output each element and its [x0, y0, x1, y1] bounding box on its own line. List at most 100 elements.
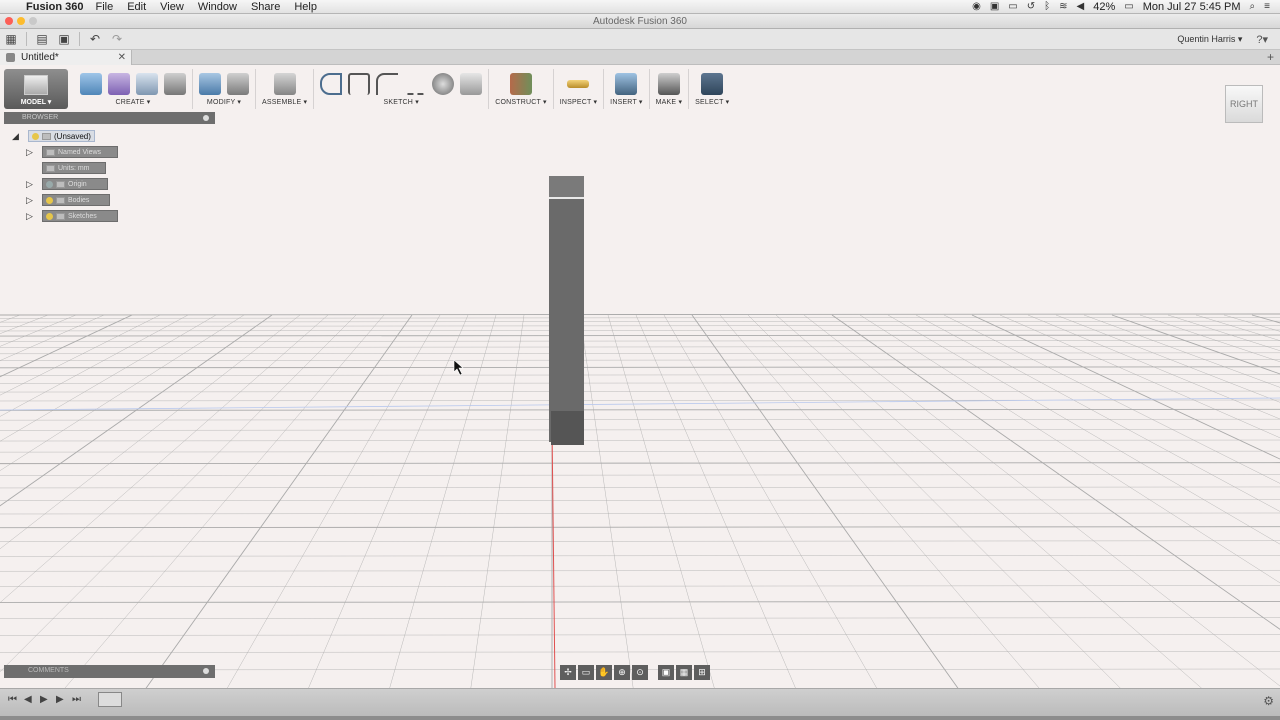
- wifi-icon[interactable]: ≋: [1059, 1, 1067, 12]
- collapse-arrow-icon[interactable]: ◢: [12, 131, 22, 142]
- sketch-menu[interactable]: SKETCH ▾: [383, 98, 418, 106]
- data-panel-grid-icon[interactable]: ▦: [0, 32, 22, 46]
- step-forward-icon[interactable]: ▶: [56, 694, 64, 705]
- expand-arrow-icon[interactable]: ▷: [26, 195, 36, 206]
- pin-icon[interactable]: [203, 115, 209, 121]
- play-icon[interactable]: ▶: [40, 694, 48, 705]
- stop-sketch-icon[interactable]: [460, 72, 483, 95]
- expand-arrow-icon[interactable]: ▷: [26, 179, 36, 190]
- orbit-icon[interactable]: ✢: [560, 665, 576, 680]
- zoom-icon[interactable]: ⊕: [614, 665, 630, 680]
- grid-settings-icon[interactable]: ▦: [676, 665, 692, 680]
- step-back-icon[interactable]: ◀: [24, 694, 32, 705]
- menu-help[interactable]: Help: [294, 1, 317, 13]
- joint-icon[interactable]: [273, 72, 296, 95]
- display-settings-icon[interactable]: ▣: [658, 665, 674, 680]
- display-icon[interactable]: ▣: [990, 1, 999, 12]
- close-window-button[interactable]: [5, 17, 13, 25]
- inspect-menu[interactable]: INSPECT ▾: [560, 98, 597, 106]
- sketch-circle-icon[interactable]: [432, 72, 455, 95]
- save-icon[interactable]: ▣: [53, 32, 75, 46]
- fit-icon[interactable]: ⊙: [632, 665, 648, 680]
- timeline-sketch-feature[interactable]: [98, 692, 122, 707]
- new-tab-button[interactable]: +: [1267, 50, 1274, 64]
- browser-node-sketches[interactable]: ▷ Sketches: [26, 210, 118, 222]
- select-cursor-icon[interactable]: [701, 72, 724, 95]
- grid-line: [0, 526, 1280, 529]
- spotlight-icon[interactable]: ⌕: [1250, 1, 1256, 12]
- bluetooth-icon[interactable]: ᛒ: [1044, 1, 1050, 12]
- notification-center-icon[interactable]: ≡: [1264, 1, 1270, 12]
- browser-panel-header[interactable]: BROWSER: [4, 112, 215, 124]
- volume-icon[interactable]: ◀︎: [1077, 1, 1085, 12]
- 3d-print-icon[interactable]: [657, 72, 680, 95]
- browser-node-origin[interactable]: ▷ Origin: [26, 178, 108, 190]
- timeline-settings-icon[interactable]: ⚙: [1263, 694, 1274, 708]
- offset-plane-icon[interactable]: [509, 72, 532, 95]
- menu-view[interactable]: View: [160, 1, 184, 13]
- battery-icon[interactable]: ▭: [1124, 1, 1133, 12]
- select-menu[interactable]: SELECT ▾: [695, 98, 729, 106]
- battery-percent[interactable]: 42%: [1093, 1, 1115, 13]
- create-menu[interactable]: CREATE ▾: [116, 98, 151, 106]
- go-to-start-icon[interactable]: ⏮: [8, 694, 17, 705]
- clock[interactable]: Mon Jul 27 5:45 PM: [1143, 1, 1241, 13]
- menu-share[interactable]: Share: [251, 1, 280, 13]
- user-account-menu[interactable]: Quentin Harris ▾: [1177, 34, 1242, 45]
- view-cube[interactable]: RIGHT: [1225, 85, 1263, 123]
- trim-icon[interactable]: [404, 73, 427, 95]
- press-pull-icon[interactable]: [199, 72, 221, 95]
- airplay-icon[interactable]: ▭: [1008, 1, 1017, 12]
- record-icon[interactable]: ◉: [972, 1, 981, 12]
- go-to-end-icon[interactable]: ⏭: [72, 694, 81, 705]
- sketch-arc-icon[interactable]: [320, 72, 343, 95]
- grid-line: [0, 329, 1280, 332]
- extrude-icon[interactable]: [136, 72, 158, 95]
- pan-icon[interactable]: ✋: [596, 665, 612, 680]
- close-tab-icon[interactable]: ✕: [118, 52, 126, 63]
- browser-root-node[interactable]: ◢ (Unsaved): [12, 130, 95, 142]
- fillet-icon[interactable]: [227, 72, 249, 95]
- canvas-viewport[interactable]: MODEL ▾ CREATE ▾ MODIFY ▾ ASSEMBLE ▾ SKE…: [0, 65, 1280, 688]
- create-group: CREATE ▾: [74, 69, 193, 109]
- measure-icon[interactable]: [567, 79, 590, 88]
- insert-image-icon[interactable]: [615, 72, 638, 95]
- menu-file[interactable]: File: [95, 1, 113, 13]
- help-menu[interactable]: ?▾: [1256, 33, 1268, 46]
- workspace-switcher[interactable]: MODEL ▾: [4, 69, 68, 109]
- sketch-fillet-icon[interactable]: [376, 72, 399, 95]
- insert-menu[interactable]: INSERT ▾: [610, 98, 642, 106]
- visibility-bulb-icon[interactable]: [32, 132, 39, 140]
- minimize-window-button[interactable]: [17, 17, 25, 25]
- zoom-window-button[interactable]: [29, 17, 37, 25]
- expand-arrow-icon[interactable]: ▷: [26, 211, 36, 222]
- visibility-bulb-icon[interactable]: [46, 212, 53, 220]
- grid-line: [0, 359, 1280, 361]
- make-menu[interactable]: MAKE ▾: [656, 98, 683, 106]
- time-machine-icon[interactable]: ↺: [1027, 1, 1035, 12]
- dimension-icon[interactable]: [348, 72, 371, 95]
- browser-node-bodies[interactable]: ▷ Bodies: [26, 194, 110, 206]
- coil-icon[interactable]: [164, 72, 186, 95]
- browser-node-named-views[interactable]: ▷ Named Views: [26, 146, 118, 158]
- new-sketch-box-icon[interactable]: [80, 72, 102, 95]
- document-tab[interactable]: Untitled* ✕: [0, 50, 132, 65]
- browser-node-units[interactable]: Units: mm: [26, 162, 106, 174]
- file-menu-icon[interactable]: ▤: [31, 32, 53, 46]
- look-at-icon[interactable]: ▭: [578, 665, 594, 680]
- visibility-bulb-icon[interactable]: [46, 180, 53, 188]
- freeform-icon[interactable]: [108, 72, 130, 95]
- menu-app-name[interactable]: Fusion 360: [26, 1, 83, 13]
- menu-edit[interactable]: Edit: [127, 1, 146, 13]
- undo-icon[interactable]: ↶: [84, 32, 106, 46]
- comments-panel-header[interactable]: COMMENTS: [4, 665, 215, 678]
- visibility-bulb-icon[interactable]: [46, 196, 53, 204]
- modify-menu[interactable]: MODIFY ▾: [207, 98, 241, 106]
- redo-icon[interactable]: ↷: [106, 32, 128, 46]
- menu-window[interactable]: Window: [198, 1, 237, 13]
- viewports-icon[interactable]: ⊞: [694, 665, 710, 680]
- expand-arrow-icon[interactable]: ▷: [26, 147, 36, 158]
- assemble-menu[interactable]: ASSEMBLE ▾: [262, 98, 307, 106]
- construct-menu[interactable]: CONSTRUCT ▾: [495, 98, 546, 106]
- add-comment-icon[interactable]: [203, 668, 209, 674]
